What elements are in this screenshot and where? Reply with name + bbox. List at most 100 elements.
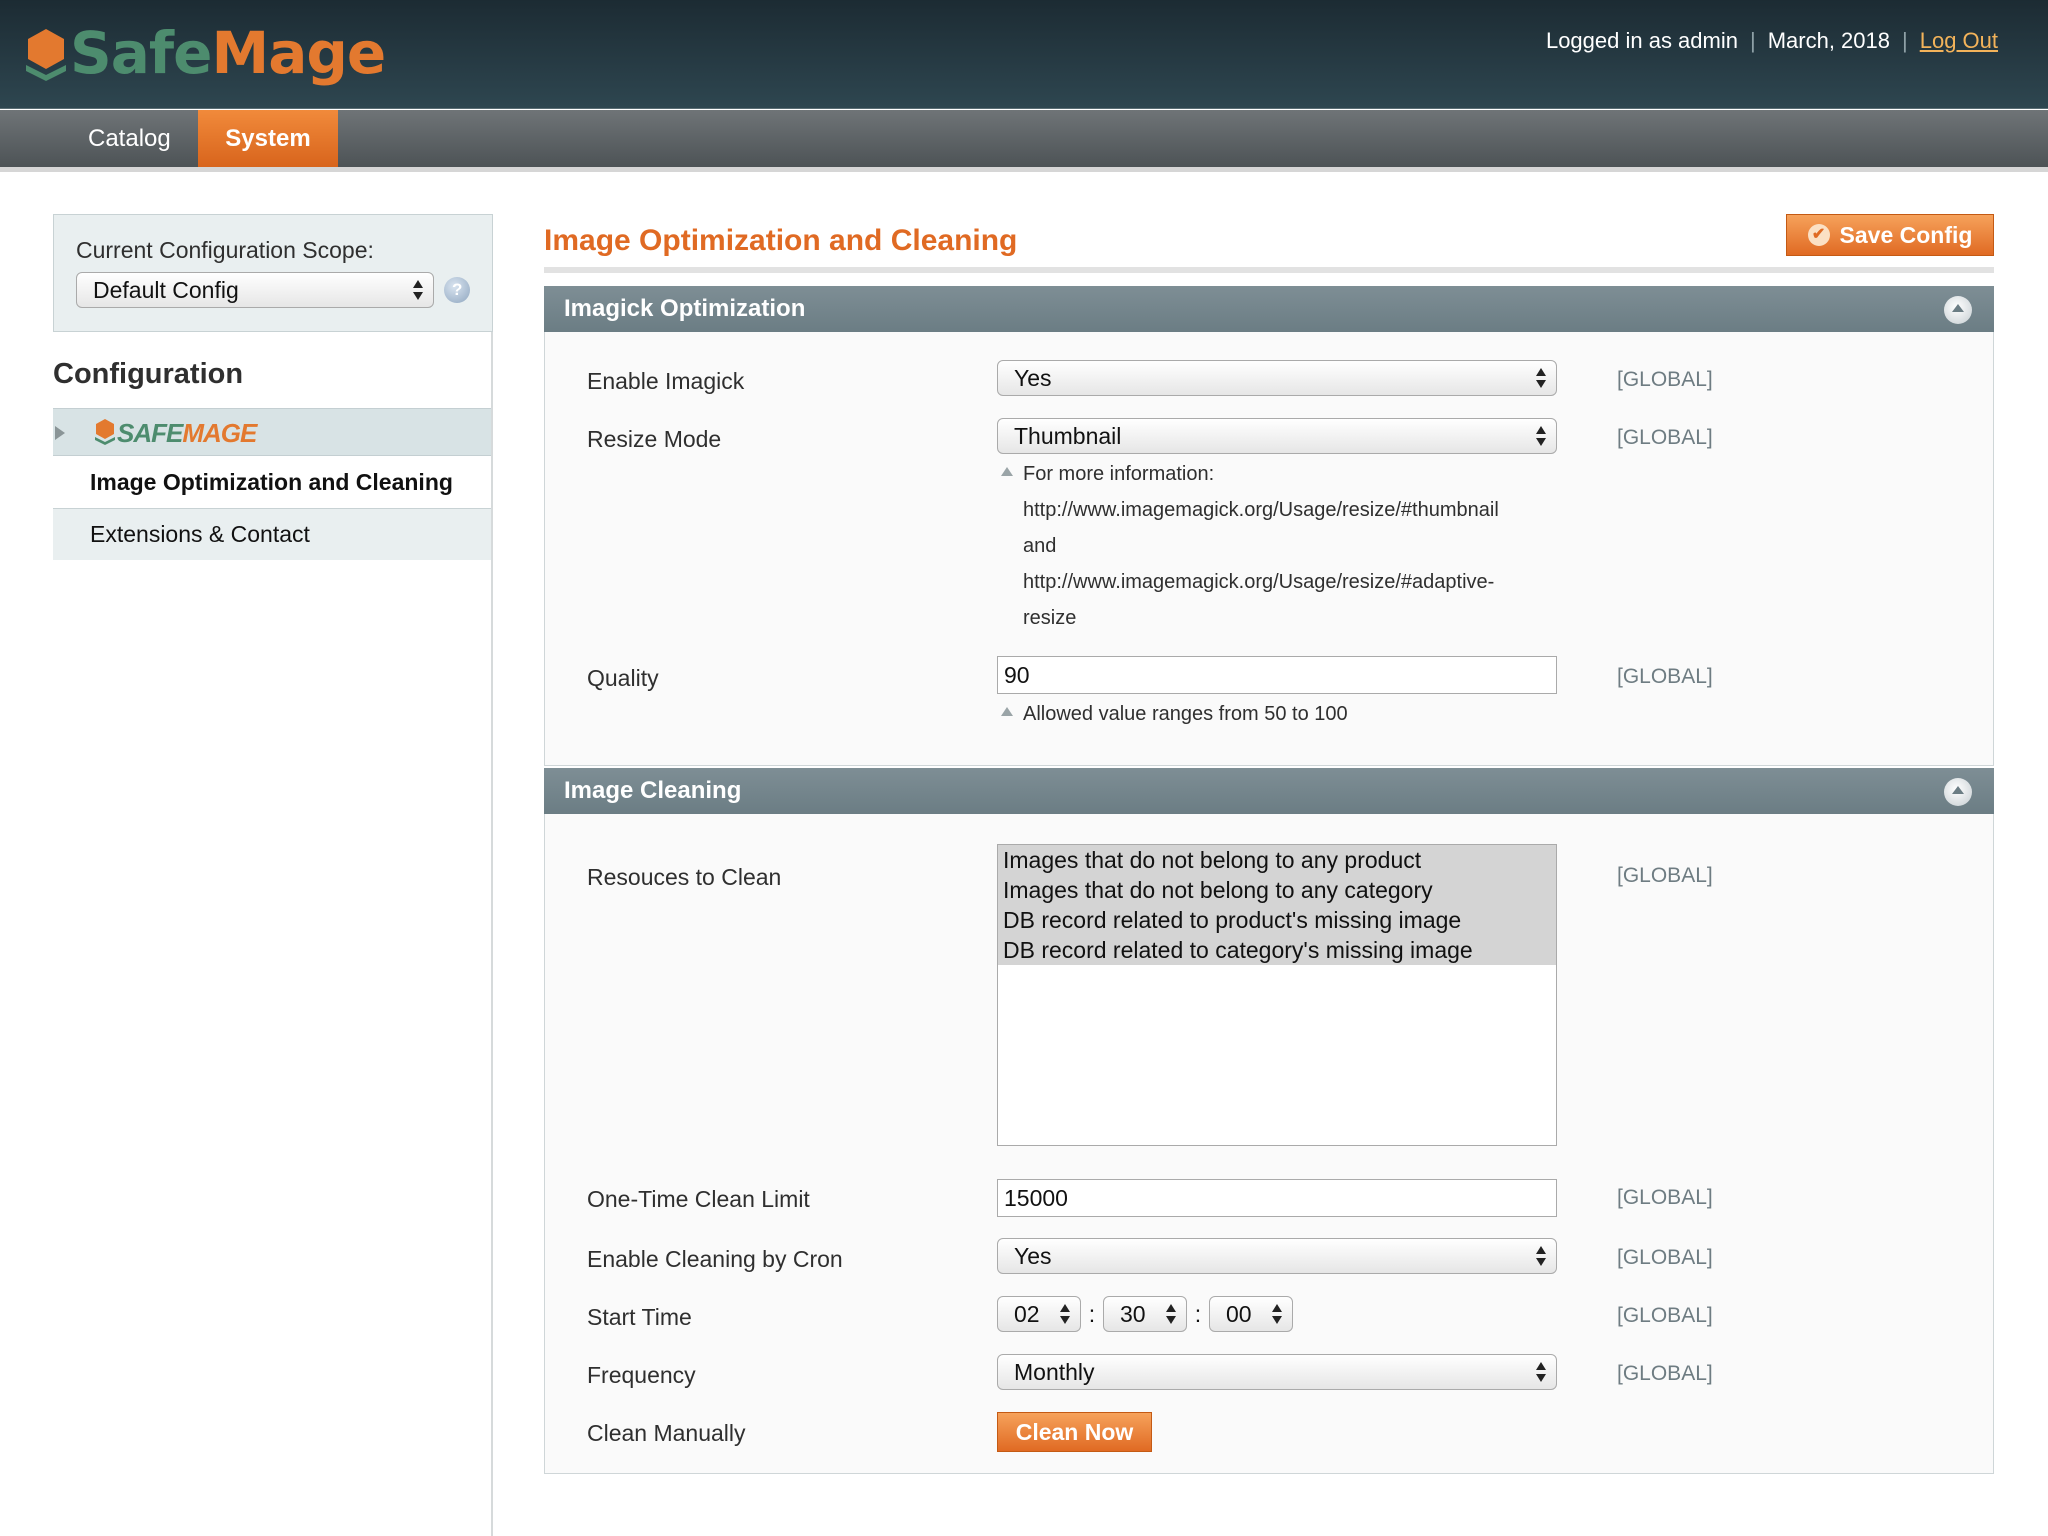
section-title-imagick: Imagick Optimization: [564, 295, 806, 322]
scope-select-value: Default Config: [93, 277, 239, 303]
resize-note-link-adaptive: http://www.imagemagick.org/Usage/resize/…: [1023, 571, 1495, 593]
cron-enable-select[interactable]: Yes: [997, 1238, 1557, 1274]
start-hour-value: 02: [1014, 1301, 1040, 1327]
select-arrows-icon: [1536, 1362, 1546, 1382]
select-arrows-icon: [413, 280, 424, 300]
title-divider: [544, 267, 1994, 273]
cron-enable-label: Enable Cleaning by Cron: [587, 1246, 843, 1272]
resize-mode-label: Resize Mode: [587, 426, 722, 452]
section-body-cleaning: Resouces to Clean Images that do not bel…: [544, 814, 1994, 1474]
start-time-minute-select[interactable]: 30: [1103, 1296, 1187, 1332]
start-minute-value: 30: [1120, 1301, 1146, 1327]
clean-limit-label: One-Time Clean Limit: [587, 1186, 810, 1212]
section-header-cleaning[interactable]: Image Cleaning: [544, 768, 1994, 814]
page-title: Image Optimization and Cleaning: [544, 224, 1018, 257]
scope-tag-global: [GLOBAL]: [1617, 665, 1713, 688]
cron-enable-value: Yes: [1014, 1243, 1052, 1269]
quality-input[interactable]: 90: [997, 656, 1557, 694]
multiselect-option[interactable]: DB record related to product's missing i…: [998, 905, 1556, 935]
select-arrows-icon: [1536, 368, 1546, 388]
nav-divider: [0, 167, 2048, 172]
resize-note-line: resize: [1023, 607, 1077, 629]
select-arrows-icon: [1272, 1304, 1282, 1324]
header-user-info: Logged in as admin | March, 2018 | Log O…: [1546, 28, 1998, 54]
top-header: SafeMage Logged in as admin | March, 201…: [0, 0, 2048, 109]
start-second-value: 00: [1226, 1301, 1252, 1327]
logout-link[interactable]: Log Out: [1920, 28, 1998, 54]
sidebar-item-image-optimization[interactable]: Image Optimization and Cleaning: [53, 456, 493, 508]
frequency-label: Frequency: [587, 1362, 696, 1388]
note-arrow-icon: [1001, 467, 1013, 476]
scope-switcher: Current Configuration Scope: Default Con…: [53, 214, 493, 332]
multiselect-option[interactable]: Images that do not belong to any product: [998, 845, 1556, 875]
resize-note-line: For more information:: [1023, 463, 1215, 485]
enable-imagick-label: Enable Imagick: [587, 368, 745, 394]
section-body-imagick: Enable Imagick Yes [GLOBAL] Resize Mode …: [544, 332, 1994, 766]
scope-label: Current Configuration Scope:: [76, 237, 374, 263]
start-time-label: Start Time: [587, 1304, 692, 1330]
collapse-icon[interactable]: [1944, 296, 1972, 324]
header-date: March, 2018: [1767, 28, 1890, 53]
section-header-imagick[interactable]: Imagick Optimization: [544, 286, 1994, 332]
note-arrow-icon: [1001, 707, 1013, 716]
quality-note: Allowed value ranges from 50 to 100: [997, 696, 1557, 732]
checkmark-icon: ✔: [1807, 224, 1830, 246]
start-time-second-select[interactable]: 00: [1209, 1296, 1293, 1332]
scope-select[interactable]: Default Config: [76, 272, 435, 308]
logo-cube-icon: [26, 29, 66, 81]
resize-mode-value: Thumbnail: [1014, 423, 1122, 449]
select-arrows-icon: [1536, 1246, 1546, 1266]
scope-tag-global: [GLOBAL]: [1617, 1362, 1713, 1385]
logo-text-mage: Mage: [211, 19, 386, 87]
scope-tag-global: [GLOBAL]: [1617, 1304, 1713, 1327]
multiselect-option[interactable]: Images that do not belong to any categor…: [998, 875, 1556, 905]
header-separator: |: [1749, 28, 1756, 53]
resize-mode-select[interactable]: Thumbnail: [997, 418, 1557, 454]
enable-imagick-select[interactable]: Yes: [997, 360, 1557, 396]
save-config-label: Save Config: [1839, 221, 1973, 248]
collapse-icon[interactable]: [1944, 778, 1972, 806]
select-arrows-icon: [1166, 1304, 1176, 1324]
quality-label: Quality: [587, 665, 659, 691]
scope-tag-global: [GLOBAL]: [1617, 426, 1713, 449]
header-separator: |: [1902, 28, 1908, 53]
mini-logo-mage: MAGE: [182, 418, 257, 448]
scope-tag-global: [GLOBAL]: [1617, 1186, 1713, 1209]
clean-now-button[interactable]: Clean Now: [997, 1412, 1152, 1452]
logged-in-text: Logged in as admin: [1545, 28, 1738, 53]
sidebar: Current Configuration Scope: Default Con…: [53, 214, 493, 560]
safemage-mini-logo: SAFEMAGE: [93, 417, 257, 449]
main-nav: Catalog System: [0, 110, 2048, 167]
scope-tag-global: [GLOBAL]: [1617, 864, 1713, 887]
configuration-title: Configuration: [53, 358, 244, 390]
nav-tab-catalog[interactable]: Catalog: [66, 110, 193, 167]
mini-logo-safe: SAFE: [117, 418, 183, 448]
resources-to-clean-label: Resouces to Clean: [587, 864, 782, 890]
help-icon[interactable]: ?: [444, 277, 470, 303]
frequency-value: Monthly: [1014, 1359, 1095, 1385]
enable-imagick-value: Yes: [1014, 365, 1052, 391]
start-time-hour-select[interactable]: 02: [997, 1296, 1081, 1332]
select-arrows-icon: [1536, 426, 1546, 446]
resize-mode-note: For more information: http://www.imagema…: [997, 456, 1557, 636]
sidebar-group-safemage[interactable]: SAFEMAGE: [53, 408, 493, 456]
select-arrows-icon: [1060, 1304, 1070, 1324]
scope-tag-global: [GLOBAL]: [1617, 368, 1713, 391]
clean-limit-input[interactable]: 15000: [997, 1179, 1557, 1217]
section-title-cleaning: Image Cleaning: [564, 777, 742, 804]
save-config-button[interactable]: ✔ Save Config: [1786, 214, 1994, 256]
sidebar-item-extensions-contact[interactable]: Extensions & Contact: [53, 508, 493, 560]
resize-note-line: and: [1023, 535, 1057, 557]
time-separator: :: [1194, 1300, 1202, 1327]
frequency-select[interactable]: Monthly: [997, 1354, 1557, 1390]
safemage-logo[interactable]: SafeMage: [24, 18, 386, 88]
quality-note-text: Allowed value ranges from 50 to 100: [1023, 703, 1348, 725]
nav-tab-system[interactable]: System: [198, 110, 338, 167]
expand-arrow-icon: [55, 426, 65, 440]
logo-text-safe: Safe: [70, 19, 212, 87]
mini-logo-cube-icon: [95, 419, 115, 445]
multiselect-option[interactable]: DB record related to category's missing …: [998, 935, 1556, 965]
resources-to-clean-multiselect[interactable]: Images that do not belong to any product…: [997, 844, 1557, 1146]
resize-note-link-thumbnail: http://www.imagemagick.org/Usage/resize/…: [1023, 499, 1499, 521]
clean-manually-label: Clean Manually: [587, 1420, 746, 1446]
